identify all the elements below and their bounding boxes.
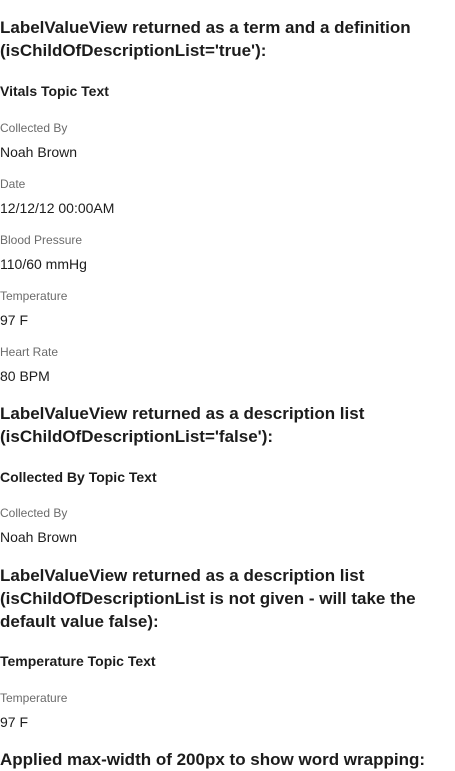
term-blood-pressure: Blood Pressure bbox=[0, 233, 83, 247]
section-2-heading: LabelValueView returned as a description… bbox=[0, 404, 365, 446]
value-date: 12/12/12 00:00AM bbox=[0, 200, 115, 216]
value-temperature: 97 F bbox=[0, 312, 29, 328]
section-3-topic: Temperature Topic Text bbox=[0, 653, 156, 669]
term-collected-by: Collected By bbox=[0, 121, 68, 135]
section-1-topic: Vitals Topic Text bbox=[0, 83, 109, 99]
section-1-heading: LabelValueView returned as a term and a … bbox=[0, 18, 411, 60]
term-temperature-2: Temperature bbox=[0, 691, 68, 705]
value-blood-pressure: 110/60 mmHg bbox=[0, 256, 87, 272]
page: LabelValueView returned as a term and a … bbox=[0, 0, 455, 769]
value-temperature-2: 97 F bbox=[0, 714, 29, 730]
term-temperature: Temperature bbox=[0, 289, 68, 303]
section-2-topic: Collected By Topic Text bbox=[0, 469, 157, 485]
section-3-heading: LabelValueView returned as a description… bbox=[0, 566, 416, 631]
value-collected-by-2: Noah Brown bbox=[0, 529, 78, 545]
term-heart-rate: Heart Rate bbox=[0, 345, 59, 359]
term-collected-by-2: Collected By bbox=[0, 506, 68, 520]
value-heart-rate: 80 BPM bbox=[0, 368, 50, 384]
term-date: Date bbox=[0, 177, 26, 191]
value-collected-by: Noah Brown bbox=[0, 144, 78, 160]
